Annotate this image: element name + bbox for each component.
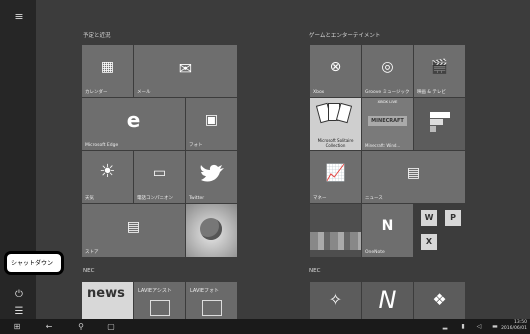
tile-groove-label: Groove ミュージック	[365, 90, 410, 95]
calendar-icon: ▦	[100, 59, 115, 75]
tile-mail[interactable]: ✉ メール	[134, 45, 237, 97]
xbox-icon: ⊗	[329, 59, 342, 75]
clock[interactable]: 13:50 2016/06/01	[501, 320, 527, 332]
all-apps-icon[interactable]: ☰	[10, 304, 28, 319]
group-title-schedule: 予定と近況	[83, 33, 111, 39]
tile-calendar-label: カレンダー	[85, 90, 108, 95]
network-icon[interactable]: ▂	[440, 321, 450, 332]
store-icon: ▤	[126, 219, 141, 235]
tile-nec-app-3[interactable]: ❖	[414, 282, 465, 319]
tile-calendar[interactable]: ▦ カレンダー	[82, 45, 133, 97]
app-icon: ✧	[328, 290, 343, 309]
tile-flipboard[interactable]	[414, 98, 465, 150]
tile-lavie-assist-label: LAVIEアシスト	[138, 288, 172, 294]
flipboard-icon	[430, 112, 450, 132]
onenote-icon: N	[381, 218, 394, 234]
taskbar: ⊞ ← ⚲ ▢ ▂ ▮ ◁ ▬ 13:50 2016/06/01	[0, 319, 530, 334]
hamburger-icon[interactable]: ≡	[10, 10, 28, 24]
tile-money-label: マネー	[313, 196, 327, 201]
search-icon[interactable]: ⚲	[74, 321, 88, 332]
tile-groove[interactable]: ◎ Groove ミュージック	[362, 45, 413, 97]
tile-publisher[interactable]: P	[445, 210, 461, 226]
groove-icon: ◎	[381, 59, 394, 75]
tile-nec-news[interactable]: news	[82, 282, 133, 319]
nec-news-logo: news	[87, 286, 125, 301]
group-title-games: ゲームとエンターテイメント	[309, 33, 381, 39]
tile-edge-label: Microsoft Edge	[85, 143, 119, 148]
tile-twitter[interactable]: Twitter	[186, 151, 237, 203]
weather-icon: ☀	[99, 161, 116, 182]
tile-word[interactable]: W	[421, 210, 437, 226]
xbox-live-badge: XBOX LIVE	[377, 99, 398, 104]
shutdown-menu-item[interactable]: シャットダウン	[4, 251, 64, 275]
tile-xbox-label: Xbox	[313, 90, 325, 95]
tile-minecraft-label: Minecraft: Wind...	[365, 143, 401, 148]
tile-store-label: ストア	[85, 250, 99, 255]
notification-icon[interactable]: ▬	[490, 321, 500, 332]
lavie-photo-icon	[202, 300, 222, 316]
movies-icon: 🎬	[430, 59, 449, 75]
app-icon: N	[378, 286, 397, 314]
tile-onenote[interactable]: N OneNote	[362, 204, 413, 257]
tile-solitaire[interactable]: Microsoft Solitaire Collection	[310, 98, 361, 150]
tile-phone-label: 電話コンパニオン	[137, 196, 173, 201]
tile-store[interactable]: ▤ ストア	[82, 204, 185, 257]
edge-icon: e	[126, 108, 141, 132]
tile-phone[interactable]: ▭ 電話コンパニオン	[134, 151, 185, 203]
shutdown-label: シャットダウン	[11, 260, 54, 267]
phone-icon: ▭	[152, 165, 167, 181]
mail-icon: ✉	[178, 59, 193, 78]
group-title-nec-right: NEC	[309, 268, 321, 274]
tile-minecraft[interactable]: XBOX LIVE MINECRAFT Minecraft: Wind...	[362, 98, 413, 150]
candy-image	[200, 218, 222, 240]
battery-icon[interactable]: ▮	[458, 321, 468, 332]
photos-icon: ▣	[204, 112, 219, 128]
tile-solitaire-label: Microsoft Solitaire Collection	[317, 138, 354, 148]
tile-news[interactable]: ▤ ニュース	[362, 151, 465, 203]
tile-mail-label: メール	[137, 90, 151, 95]
publisher-icon: P	[450, 213, 456, 222]
tile-movies-label: 映画 & テレビ	[417, 90, 446, 95]
group-title-nec-left: NEC	[83, 268, 95, 274]
money-icon: 📈	[325, 163, 346, 182]
tile-photos-label: フォト	[189, 143, 203, 148]
tile-nec-app-1[interactable]: ✧	[310, 282, 361, 319]
collage-image	[310, 232, 361, 250]
tile-edge[interactable]: e Microsoft Edge	[82, 98, 185, 150]
clock-date: 2016/06/01	[501, 326, 527, 331]
volume-icon[interactable]: ◁	[474, 321, 484, 332]
tile-movies[interactable]: 🎬 映画 & テレビ	[414, 45, 465, 97]
lavie-assist-icon	[150, 300, 170, 316]
start-menu: ≡ ⏻ ☰ シャットダウン 予定と近況 ゲームとエンターテイメント NEC NE…	[0, 0, 530, 319]
tile-candy-game[interactable]	[186, 204, 237, 257]
twitter-icon	[200, 164, 224, 182]
tile-weather[interactable]: ☀ 天気	[82, 151, 133, 203]
task-view-icon[interactable]: ▢	[104, 321, 118, 332]
tile-onenote-label: OneNote	[365, 250, 385, 255]
minecraft-logo: MINECRAFT	[368, 116, 407, 126]
app-icon: ❖	[432, 290, 447, 309]
power-icon[interactable]: ⏻	[10, 287, 28, 303]
tile-excel[interactable]: X	[421, 234, 437, 250]
tile-news-label: ニュース	[365, 196, 383, 201]
tile-photo-collage[interactable]	[310, 204, 361, 257]
excel-icon: X	[425, 237, 433, 246]
tile-photos[interactable]: ▣ フォト	[186, 98, 237, 150]
tile-weather-label: 天気	[85, 196, 94, 201]
word-icon: W	[424, 213, 434, 222]
tile-lavie-photo-label: LAVIEフォト	[190, 288, 220, 294]
tile-xbox[interactable]: ⊗ Xbox	[310, 45, 361, 97]
back-icon[interactable]: ←	[42, 321, 56, 332]
tile-lavie-assist[interactable]: LAVIEアシスト	[134, 282, 185, 319]
tile-twitter-label: Twitter	[189, 196, 205, 201]
news-icon: ▤	[406, 165, 421, 181]
tile-nec-app-2[interactable]: N	[362, 282, 413, 319]
tile-lavie-photo[interactable]: LAVIEフォト	[186, 282, 237, 319]
windows-logo-icon[interactable]: ⊞	[10, 321, 24, 332]
tile-money[interactable]: 📈 マネー	[310, 151, 361, 203]
